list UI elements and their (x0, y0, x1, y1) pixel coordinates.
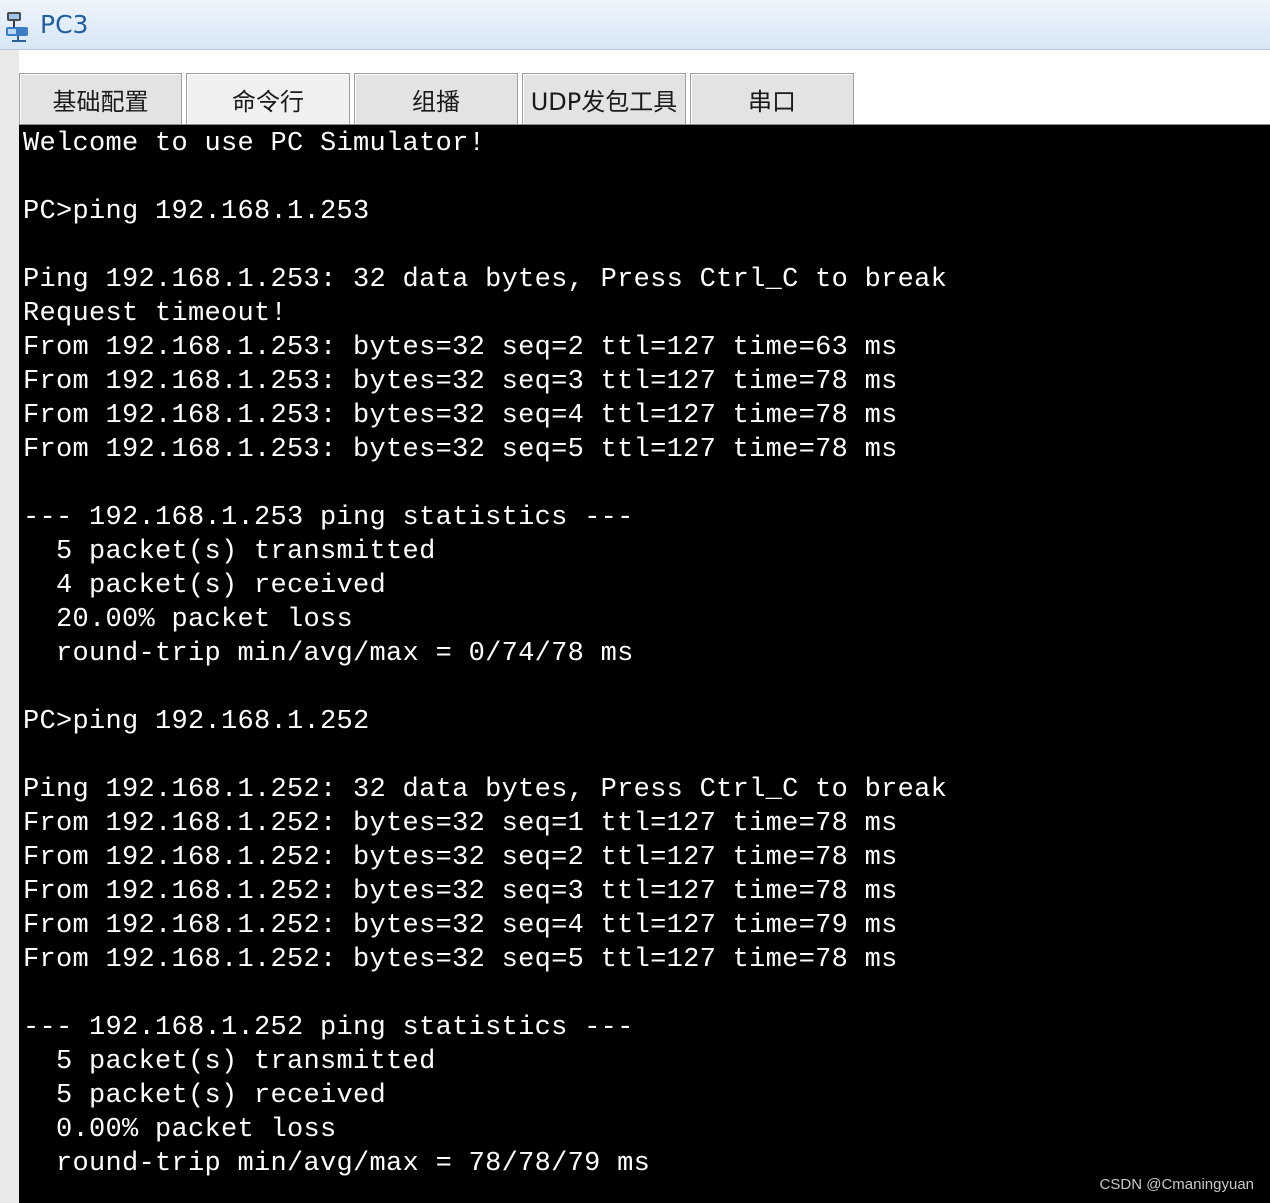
terminal-line: 4 packet(s) received (23, 571, 387, 601)
terminal-line: From 192.168.1.252: bytes=32 seq=4 ttl=1… (23, 911, 898, 941)
watermark: CSDN @Cmaningyuan (1099, 1176, 1254, 1193)
terminal-line: 5 packet(s) received (23, 1081, 387, 1111)
title-bar: PC3 (0, 0, 1270, 50)
terminal-line: PC>ping 192.168.1.253 (23, 197, 370, 227)
terminal-line: Request timeout! (23, 299, 288, 329)
terminal-line: From 192.168.1.253: bytes=32 seq=3 ttl=1… (23, 367, 898, 397)
command-terminal[interactable]: Welcome to use PC Simulator! PC>ping 192… (19, 124, 1270, 1203)
terminal-line: Welcome to use PC Simulator! (23, 129, 486, 159)
tab-command-line[interactable]: 命令行 (186, 73, 350, 124)
terminal-line: From 192.168.1.253: bytes=32 seq=5 ttl=1… (23, 435, 898, 465)
terminal-line: round-trip min/avg/max = 78/78/79 ms (23, 1149, 651, 1179)
window-title: PC3 (40, 10, 89, 39)
terminal-line: From 192.168.1.252: bytes=32 seq=5 ttl=1… (23, 945, 898, 975)
terminal-line: Ping 192.168.1.252: 32 data bytes, Press… (23, 775, 948, 805)
terminal-line: 20.00% packet loss (23, 605, 354, 635)
terminal-line: 0.00% packet loss (23, 1115, 337, 1145)
terminal-line: From 192.168.1.252: bytes=32 seq=2 ttl=1… (23, 843, 898, 873)
terminal-line: PC>ping 192.168.1.252 (23, 707, 370, 737)
terminal-line: 5 packet(s) transmitted (23, 1047, 436, 1077)
tab-serial-port[interactable]: 串口 (690, 73, 854, 124)
terminal-line: From 192.168.1.252: bytes=32 seq=1 ttl=1… (23, 809, 898, 839)
terminal-line: From 192.168.1.252: bytes=32 seq=3 ttl=1… (23, 877, 898, 907)
terminal-line: --- 192.168.1.252 ping statistics --- (23, 1013, 634, 1043)
terminal-line: From 192.168.1.253: bytes=32 seq=2 ttl=1… (23, 333, 898, 363)
tab-bar: 基础配置 命令行 组播 UDP发包工具 串口 (19, 73, 1270, 125)
terminal-line: round-trip min/avg/max = 0/74/78 ms (23, 639, 634, 669)
tab-udp-tool[interactable]: UDP发包工具 (522, 73, 686, 124)
tab-multicast[interactable]: 组播 (354, 73, 518, 124)
tab-basic-config[interactable]: 基础配置 (19, 73, 182, 124)
terminal-output: Welcome to use PC Simulator! PC>ping 192… (23, 127, 947, 1181)
terminal-line: From 192.168.1.253: bytes=32 seq=4 ttl=1… (23, 401, 898, 431)
terminal-line: --- 192.168.1.253 ping statistics --- (23, 503, 634, 533)
terminal-line: 5 packet(s) transmitted (23, 537, 436, 567)
left-window-edge (0, 50, 19, 1203)
pc-network-icon (6, 12, 28, 42)
terminal-line: Ping 192.168.1.253: 32 data bytes, Press… (23, 265, 948, 295)
